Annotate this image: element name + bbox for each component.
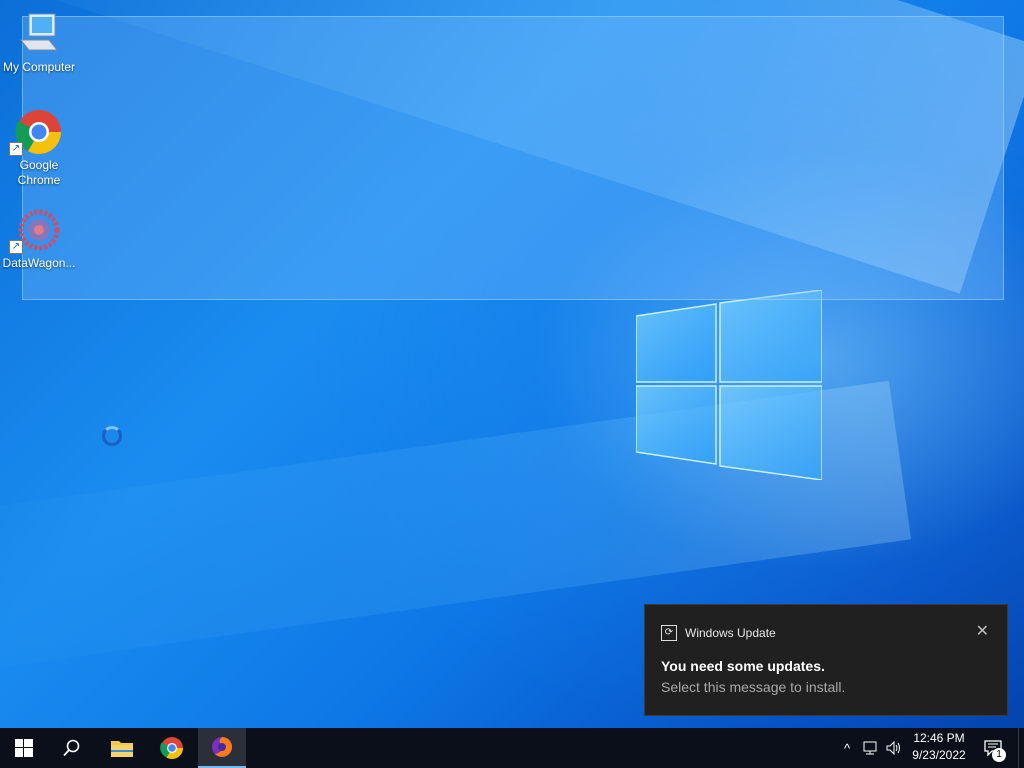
network-icon[interactable] [860, 728, 882, 768]
firefox-icon [212, 737, 232, 757]
desktop-icon-google-chrome[interactable]: ↗ Google Chrome [0, 108, 78, 188]
search-icon [63, 739, 80, 757]
clock-time: 12:46 PM [913, 731, 965, 745]
toast-title: You need some updates. [661, 658, 825, 674]
refresh-icon: ⟳ [661, 625, 677, 641]
shortcut-arrow-icon: ↗ [9, 142, 23, 156]
desktop-icon-my-computer[interactable]: My Computer [0, 10, 78, 75]
datawagon-icon: ↗ [9, 206, 63, 254]
busy-cursor-icon [102, 426, 122, 446]
show-hidden-icons-chevron[interactable]: ^ [838, 728, 856, 768]
shortcut-arrow-icon: ↗ [9, 240, 23, 254]
toast-header: ⟳ Windows Update [661, 625, 776, 641]
taskbar-file-explorer[interactable] [98, 728, 146, 768]
desktop-icon-label: My Computer [2, 60, 76, 74]
desktop-icon-datawagon[interactable]: ↗ DataWagon... [0, 206, 78, 271]
toast-app-name: Windows Update [685, 626, 776, 640]
notification-count-badge: 1 [992, 748, 1006, 762]
windows-update-toast[interactable]: ⟳ Windows Update ✕ You need some updates… [644, 604, 1008, 716]
windows-start-icon [15, 739, 33, 757]
clock-date: 9/23/2022 [912, 748, 966, 762]
windows-logo-wallpaper [636, 290, 822, 480]
folder-icon [111, 741, 133, 757]
show-desktop-button[interactable] [1018, 728, 1024, 768]
taskbar-firefox[interactable] [198, 728, 246, 768]
close-icon[interactable]: ✕ [976, 621, 989, 641]
desktop-icon-label: DataWagon... [2, 256, 76, 270]
chrome-icon: ↗ [9, 108, 63, 156]
chrome-icon [160, 737, 183, 759]
desktop-icon-label: Google Chrome [17, 158, 61, 187]
system-clock[interactable]: 12:46 PM 9/23/2022 [904, 730, 974, 764]
taskbar-google-chrome[interactable] [148, 728, 196, 768]
selection-rectangle [22, 16, 1004, 300]
toast-body: Select this message to install. [661, 679, 846, 695]
taskbar: ^ 12:46 PM 9/23/2022 [0, 728, 1024, 768]
search-button[interactable] [48, 728, 96, 768]
computer-icon [15, 10, 63, 58]
start-button[interactable] [0, 728, 48, 768]
volume-icon[interactable] [884, 728, 904, 768]
